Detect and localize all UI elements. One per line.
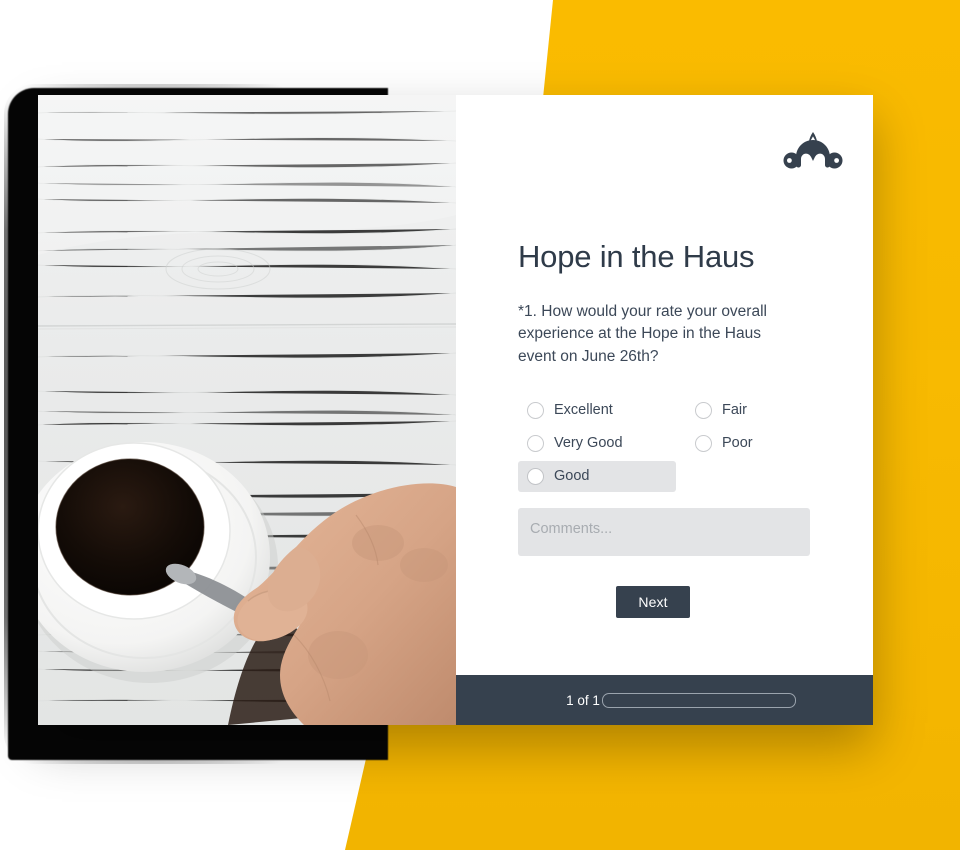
question-text: *1. How would your rate your overall exp… — [518, 302, 767, 366]
option-fair[interactable]: Fair — [686, 395, 846, 426]
option-label-poor: Poor — [722, 435, 753, 452]
option-very-good[interactable]: Very Good — [518, 428, 678, 459]
screenshot-stage: Hope in the Haus *1. How would your rate… — [0, 0, 960, 850]
page-title: Hope in the Haus — [518, 239, 755, 274]
option-label-fair: Fair — [722, 402, 747, 419]
radio-icon-excellent[interactable] — [527, 401, 544, 419]
coffee-photo-illustration — [38, 95, 456, 725]
option-label-excellent: Excellent — [554, 402, 613, 419]
progress-bar — [601, 692, 796, 708]
radio-icon-very-good[interactable] — [527, 434, 544, 452]
option-excellent[interactable]: Excellent — [518, 395, 678, 426]
radio-icon-fair[interactable] — [695, 401, 712, 419]
option-label-good: Good — [554, 468, 590, 485]
option-poor[interactable]: Poor — [686, 428, 846, 459]
option-good[interactable]: Good — [518, 460, 676, 492]
survey-form-area: Hope in the Haus *1. How would your rate… — [456, 191, 873, 675]
survey-hero-photo — [38, 95, 456, 725]
progress-label: 1 of 1 — [566, 692, 600, 708]
survey-card: Hope in the Haus *1. How would your rate… — [38, 95, 873, 725]
next-row: Next — [518, 585, 846, 618]
surveymonkey-logo-icon — [783, 132, 843, 169]
comments-input[interactable] — [518, 507, 810, 556]
survey-footer: 1 of 1 — [456, 675, 873, 725]
answer-options-group: Excellent Fair Very Good Poor Good — [518, 395, 846, 494]
radio-icon-good[interactable] — [527, 467, 544, 485]
survey-form-pane: Hope in the Haus *1. How would your rate… — [456, 95, 873, 725]
next-button[interactable]: Next — [616, 585, 690, 618]
option-label-very-good: Very Good — [554, 435, 623, 452]
radio-icon-poor[interactable] — [695, 434, 712, 452]
logo-row — [456, 95, 873, 191]
